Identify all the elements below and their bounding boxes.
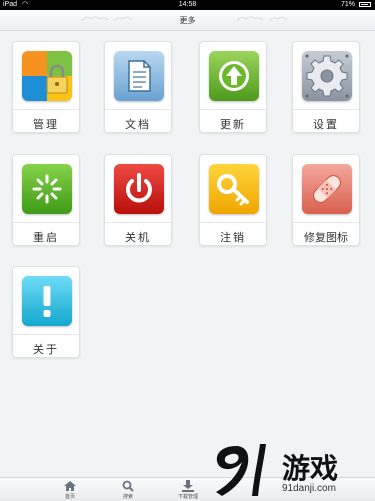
tile-label: 注销 — [220, 231, 246, 244]
power-icon — [114, 164, 164, 214]
tile-label: 文档 — [125, 118, 151, 131]
status-bar: iPad ◠ 14:58 71% — [0, 0, 375, 10]
title-bar: 更多 — [0, 10, 375, 31]
watermark-url: 91danji.com — [282, 483, 336, 494]
tile-settings[interactable]: 设置 — [292, 41, 360, 133]
tile-document[interactable]: 文档 — [104, 41, 172, 133]
tile-label: 重启 — [33, 231, 59, 244]
repair-icon — [302, 164, 352, 214]
tile-manage[interactable]: 管理 — [12, 41, 80, 133]
tile-label: 关于 — [33, 343, 59, 356]
site-watermark: 游戏 91danji.com — [208, 440, 375, 500]
tile-about[interactable]: 关于 — [12, 266, 80, 358]
document-icon — [114, 51, 164, 101]
search-icon — [122, 480, 134, 492]
tab-label: 搜索 — [122, 494, 133, 500]
battery-percent: 71% — [340, 1, 355, 8]
tile-restart[interactable]: 重启 — [12, 154, 80, 246]
home-icon — [64, 481, 76, 491]
manage-icon — [22, 51, 72, 101]
settings-icon — [302, 51, 352, 101]
status-time: 14:58 — [178, 1, 197, 8]
about-icon — [22, 276, 72, 326]
tile-logout[interactable]: 注销 — [199, 154, 267, 246]
tile-update[interactable]: 更新 — [199, 41, 267, 133]
tile-label: 更新 — [220, 118, 246, 131]
tile-label: 设置 — [313, 118, 339, 131]
update-icon — [209, 51, 259, 101]
tile-label: 修复图标 — [304, 231, 348, 244]
download-icon — [182, 480, 194, 492]
tab-label: 首页 — [64, 494, 75, 500]
tile-power[interactable]: 关机 — [104, 154, 172, 246]
tab-home[interactable]: 首页 — [40, 478, 100, 501]
tile-label: 关机 — [125, 231, 151, 244]
watermark-text: 游戏 — [282, 452, 339, 485]
tile-repair-icon[interactable]: 修复图标 — [292, 154, 360, 246]
battery-icon — [359, 2, 371, 7]
key-icon — [209, 164, 259, 214]
tile-label: 管理 — [33, 118, 59, 131]
watermark-logo — [216, 444, 266, 496]
restart-icon — [22, 164, 72, 214]
page-title: 更多 — [179, 16, 196, 25]
tab-search[interactable]: 搜索 — [98, 478, 158, 501]
